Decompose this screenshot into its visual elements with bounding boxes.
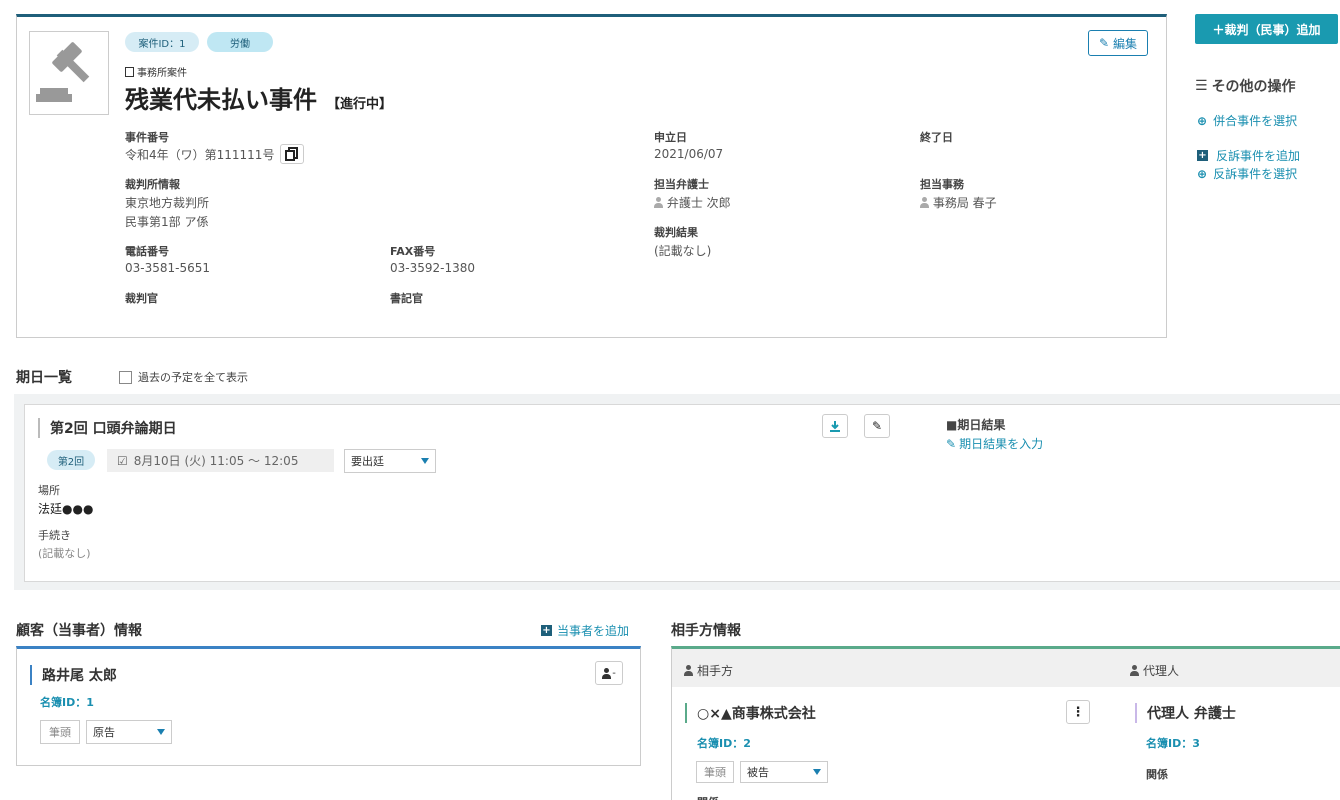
- opponent-section-title: 相手方情報: [671, 623, 741, 639]
- chevron-down-icon: [421, 458, 429, 464]
- category-badge: 労働: [207, 32, 273, 52]
- add-party-link[interactable]: + 当事者を追加: [541, 622, 629, 639]
- user-icon: [654, 197, 663, 208]
- client-card: [16, 646, 641, 766]
- clerk-value: 事務局 春子: [920, 194, 997, 211]
- round-badge: 第2回: [47, 450, 95, 470]
- schedule-item-card: [24, 404, 1340, 582]
- chevron-down-icon: [813, 769, 821, 775]
- menu-icon: ☰: [1195, 78, 1208, 94]
- calendar-icon: ☑: [117, 453, 128, 468]
- phone-label: 電話番号: [125, 245, 169, 258]
- court-name: 東京地方裁判所: [125, 196, 210, 210]
- user-icon: [920, 197, 929, 208]
- copy-button[interactable]: [280, 144, 305, 164]
- edit-icon: ✎: [1098, 36, 1110, 50]
- lawyer-label: 担当弁護士: [654, 178, 709, 191]
- filing-date: 2021/06/07: [654, 147, 724, 161]
- opponent-lead-tag: 筆頭: [696, 761, 734, 783]
- user-minus-icon: [602, 667, 612, 679]
- result-label: 裁判結果: [654, 226, 698, 239]
- edit-icon: ✎: [871, 419, 883, 433]
- plus-square-icon: +: [1197, 150, 1208, 161]
- add-trial-button[interactable]: ＋裁判（民事）追加: [1195, 14, 1338, 44]
- gavel-icon: [36, 42, 90, 102]
- more-vertical-icon: ⋮: [1071, 704, 1085, 720]
- place-label: 場所: [38, 484, 60, 497]
- schedule-result-title: ■期日結果: [946, 418, 1006, 432]
- add-counter-link[interactable]: + 反訴事件を追加: [1197, 147, 1300, 164]
- datetime-field: ☑ 8月10日 (火) 11:05 ～ 12:05: [107, 449, 334, 472]
- secretary-label: 書記官: [390, 292, 423, 305]
- office-case-label: 事務所案件: [125, 64, 187, 79]
- client-lead-tag: 筆頭: [40, 720, 80, 744]
- copy-icon: [285, 147, 299, 161]
- agent-directory-id: 名簿ID：3: [1146, 737, 1200, 750]
- opponent-role-select[interactable]: 被告: [740, 761, 828, 783]
- plus-square-icon: +: [541, 625, 552, 636]
- opponent-header: 相手方: [684, 662, 733, 679]
- user-tie-icon: [1130, 665, 1139, 676]
- agent-relation-label: 関係: [1146, 768, 1168, 781]
- edit-schedule-button[interactable]: ✎: [864, 414, 890, 438]
- court-division: 民事第1部 ア係: [125, 215, 209, 229]
- opponent-directory-id: 名簿ID：2: [697, 737, 751, 750]
- lawyer-value: 弁護士 次郎: [654, 194, 731, 211]
- case-number-row: 令和4年（ワ）第111111号: [125, 144, 305, 164]
- edit-icon: ✎: [946, 436, 957, 451]
- user-icon: [684, 665, 693, 676]
- procedure-label: 手続き: [38, 529, 71, 542]
- result-value: (記載なし): [654, 244, 712, 258]
- checkbox[interactable]: [119, 370, 132, 384]
- case-number: 令和4年（ワ）第111111号: [125, 147, 275, 162]
- fax-label: FAX番号: [390, 245, 436, 258]
- schedule-item-title: 第2回 口頭弁論期日: [38, 418, 177, 438]
- clerk-label: 担当事務: [920, 178, 964, 191]
- client-role-select[interactable]: 原告: [86, 720, 172, 744]
- case-status: 【進行中】: [327, 97, 393, 112]
- opponent-header-bar: [672, 649, 1340, 687]
- agent-name: 代理人 弁護士: [1135, 703, 1236, 723]
- place-value: 法廷●●●: [38, 502, 94, 516]
- show-past-checkbox[interactable]: 過去の予定を全て表示: [119, 369, 248, 385]
- client-directory-id: 名簿ID：1: [40, 696, 94, 709]
- case-id-badge: 案件ID：1: [125, 32, 199, 52]
- court-info-label: 裁判所情報: [125, 178, 180, 191]
- phone-value: 03-3581-5651: [125, 261, 211, 275]
- building-icon: [125, 66, 134, 77]
- zoom-plus-icon: ⊕: [1197, 113, 1208, 128]
- schedule-title: 期日一覧: [16, 370, 72, 386]
- client-name: 路井尾 太郎: [30, 665, 117, 685]
- client-section-title: 顧客（当事者）情報: [16, 623, 142, 639]
- fax-value: 03-3592-1380: [390, 261, 476, 275]
- attendance-select[interactable]: 要出廷: [344, 449, 436, 473]
- remove-client-button[interactable]: -: [595, 661, 623, 685]
- opponent-relation-label: 関係: [697, 794, 719, 800]
- procedure-value: (記載なし): [38, 547, 91, 560]
- zoom-plus-icon: ⊕: [1197, 166, 1208, 181]
- agent-header: 代理人: [1130, 662, 1179, 679]
- case-number-label: 事件番号: [125, 131, 169, 144]
- judge-label: 裁判官: [125, 292, 158, 305]
- download-button[interactable]: [822, 414, 848, 438]
- opponent-menu-button[interactable]: ⋮: [1066, 700, 1090, 724]
- edit-button[interactable]: ✎ 編集: [1088, 30, 1148, 56]
- case-card: [16, 14, 1167, 338]
- chevron-down-icon: [157, 729, 165, 735]
- case-title: 残業代未払い事件 【進行中】: [125, 86, 393, 114]
- end-date-label: 終了日: [920, 131, 953, 144]
- download-icon: [830, 421, 840, 432]
- select-joined-link[interactable]: ⊕ 併合事件を選択: [1197, 112, 1297, 129]
- opponent-name: ○×▲商事株式会社: [685, 703, 816, 723]
- select-counter-link[interactable]: ⊕ 反訴事件を選択: [1197, 165, 1297, 182]
- filing-date-label: 申立日: [654, 131, 687, 144]
- case-image: [29, 31, 109, 115]
- other-ops-title: ☰ その他の操作: [1195, 78, 1296, 95]
- schedule-result-input-link[interactable]: ✎ 期日結果を入力: [946, 435, 1043, 452]
